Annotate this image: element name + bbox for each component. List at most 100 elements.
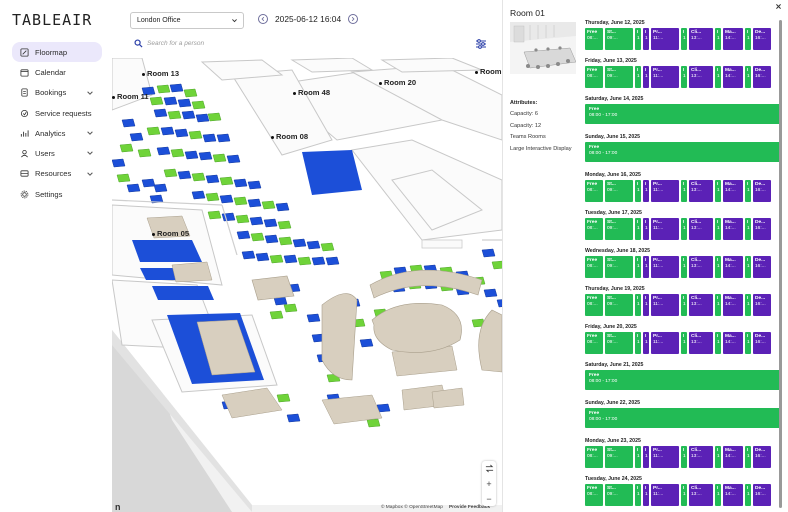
map-label-room-08[interactable]: Room 08 xyxy=(271,132,308,141)
desk-marker[interactable] xyxy=(278,236,293,246)
booking-slot-booked[interactable]: Pr... 11:... xyxy=(651,66,679,88)
booking-slot-free[interactable]: Free 08:00 - 17:00 xyxy=(585,408,781,428)
desk-marker[interactable] xyxy=(216,133,231,143)
booking-slot-free[interactable]: Free 08:... xyxy=(585,180,603,202)
booking-slot-free[interactable]: St... 09:... xyxy=(605,484,633,506)
booking-slot-free[interactable]: I1 xyxy=(715,28,721,50)
desk-marker[interactable] xyxy=(205,192,220,202)
booking-slot-free[interactable]: I1 xyxy=(745,28,751,50)
desk-marker[interactable] xyxy=(269,310,284,320)
desk-marker[interactable] xyxy=(121,118,136,128)
desk-marker[interactable] xyxy=(141,178,156,188)
desk-marker[interactable] xyxy=(297,256,312,266)
booking-slot-free[interactable]: St... 09:... xyxy=(605,180,633,202)
booking-slot-free[interactable]: I1 xyxy=(681,180,687,202)
desk-marker[interactable] xyxy=(181,110,196,120)
booking-slot-free[interactable]: I1 xyxy=(715,256,721,278)
desk-marker[interactable] xyxy=(191,172,206,182)
desk-marker[interactable] xyxy=(205,174,220,184)
booking-slot-free[interactable]: I1 xyxy=(745,332,751,354)
booking-slot-free[interactable]: I1 xyxy=(681,66,687,88)
desk-marker[interactable] xyxy=(286,413,301,423)
desk-marker[interactable] xyxy=(255,252,270,262)
desk-marker[interactable] xyxy=(249,216,264,226)
search-input[interactable]: Search for a person xyxy=(147,40,204,47)
desk-marker[interactable] xyxy=(112,158,126,168)
desk-marker[interactable] xyxy=(359,338,374,348)
booking-slot-free[interactable]: St... 09:... xyxy=(605,66,633,88)
desk-marker[interactable] xyxy=(174,128,189,138)
desk-marker[interactable] xyxy=(169,83,184,93)
booking-slot-free[interactable]: Free 08:... xyxy=(585,446,603,468)
booking-slot-booked[interactable]: Cli... 13:... xyxy=(689,256,713,278)
booking-slot-free[interactable]: I1 xyxy=(681,446,687,468)
desk-marker[interactable] xyxy=(283,254,298,264)
booking-slot-booked[interactable]: Cli... 13:... xyxy=(689,446,713,468)
office-select[interactable]: London Office xyxy=(130,12,244,29)
desk-marker[interactable] xyxy=(283,303,298,313)
desk-marker[interactable] xyxy=(153,183,168,193)
booking-slot-free[interactable]: I1 xyxy=(715,294,721,316)
map-label-room-13[interactable]: Room 13 xyxy=(142,69,179,78)
booking-slot-free[interactable]: Free 08:00 - 17:00 xyxy=(585,104,781,124)
desk-marker[interactable] xyxy=(221,212,236,222)
booking-slot-booked[interactable]: De... 16:... xyxy=(753,66,771,88)
desk-marker[interactable] xyxy=(236,230,251,240)
booking-slot-free[interactable]: I1 xyxy=(635,484,641,506)
desk-marker[interactable] xyxy=(177,170,192,180)
desk-marker[interactable] xyxy=(366,418,381,428)
map-label-room-edge[interactable]: Room xyxy=(475,67,502,76)
desk-marker[interactable] xyxy=(263,218,278,228)
chevron-down-icon[interactable] xyxy=(86,89,94,97)
desk-marker[interactable] xyxy=(311,256,326,266)
map-label-room-05[interactable]: Room 05 xyxy=(152,229,189,238)
booking-slot-free[interactable]: I1 xyxy=(715,180,721,202)
booking-slot-booked[interactable]: I1 xyxy=(643,256,649,278)
booking-slot-free[interactable]: I1 xyxy=(681,256,687,278)
booking-slot-booked[interactable]: I1 xyxy=(643,332,649,354)
desk-marker[interactable] xyxy=(325,256,340,266)
desk-marker[interactable] xyxy=(137,148,152,158)
desk-marker[interactable] xyxy=(233,196,248,206)
desk-marker[interactable] xyxy=(264,234,279,244)
desk-marker[interactable] xyxy=(491,260,502,270)
sidebar-item-floormap[interactable]: Floormap xyxy=(12,42,102,63)
close-panel-button[interactable] xyxy=(775,3,782,12)
booking-slot-free[interactable]: I1 xyxy=(635,446,641,468)
booking-slot-free[interactable]: Free 08:00 - 17:00 xyxy=(585,142,781,162)
map-label-room-11[interactable]: Room 11 xyxy=(112,92,149,101)
booking-slot-free[interactable]: I1 xyxy=(745,484,751,506)
current-datetime[interactable]: 2025-06-12 16:04 xyxy=(275,14,341,24)
desk-marker[interactable] xyxy=(207,112,222,122)
booking-slot-booked[interactable]: Pr... 11:... xyxy=(651,484,679,506)
desk-marker[interactable] xyxy=(241,250,256,260)
sidebar-item-service-requests[interactable]: Service requests xyxy=(12,103,102,123)
desk-marker[interactable] xyxy=(276,393,291,403)
booking-slot-booked[interactable]: Ma... 14:... xyxy=(723,218,743,240)
booking-slot-free[interactable]: Free 08:00 - 17:00 xyxy=(585,370,781,390)
desk-marker[interactable] xyxy=(269,254,284,264)
booking-slot-free[interactable]: Free 08:... xyxy=(585,332,603,354)
desk-marker[interactable] xyxy=(250,232,265,242)
desk-marker[interactable] xyxy=(219,176,234,186)
desk-marker[interactable] xyxy=(320,242,335,252)
desk-marker[interactable] xyxy=(156,146,171,156)
desk-marker[interactable] xyxy=(233,178,248,188)
booking-slot-booked[interactable]: Cli... 13:... xyxy=(689,28,713,50)
booking-slot-booked[interactable]: Pr... 11:... xyxy=(651,218,679,240)
booking-slot-booked[interactable]: Pr... 11:... xyxy=(651,332,679,354)
desk-marker[interactable] xyxy=(119,143,134,153)
booking-slot-free[interactable]: I1 xyxy=(635,28,641,50)
zoom-in-button[interactable]: + xyxy=(482,476,496,491)
desk-marker[interactable] xyxy=(207,210,222,220)
desk-marker[interactable] xyxy=(146,126,161,136)
desk-marker[interactable] xyxy=(247,198,262,208)
booking-slot-free[interactable]: I1 xyxy=(635,218,641,240)
desk-marker[interactable] xyxy=(202,133,217,143)
desk-marker[interactable] xyxy=(183,88,198,98)
desk-marker[interactable] xyxy=(219,194,234,204)
booking-slot-booked[interactable]: Pr... 11:... xyxy=(651,446,679,468)
sidebar-item-settings[interactable]: Settings xyxy=(12,184,102,204)
desk-marker[interactable] xyxy=(191,190,206,200)
booking-slot-free[interactable]: I1 xyxy=(745,294,751,316)
